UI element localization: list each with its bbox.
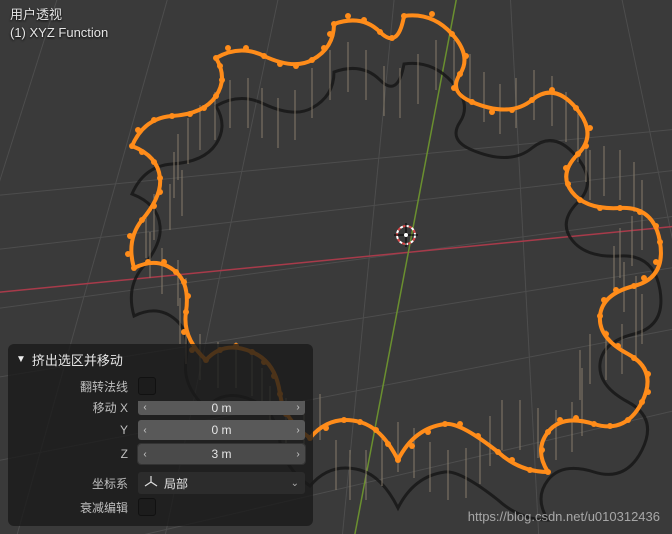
increment-icon[interactable]: › (291, 420, 305, 440)
disclosure-triangle-icon: ▼ (16, 354, 26, 365)
flip-normals-checkbox[interactable] (138, 377, 156, 395)
decrement-icon[interactable]: ‹ (138, 402, 152, 413)
move-x-label: 移动 X (8, 399, 138, 416)
proportional-label: 衰减编辑 (8, 499, 138, 516)
decrement-icon[interactable]: ‹ (138, 420, 152, 440)
increment-icon[interactable]: › (291, 402, 305, 413)
orientation-dropdown[interactable]: 局部 ⌄ (138, 472, 305, 494)
move-y-field[interactable]: ‹ 0 m › (138, 420, 305, 440)
decrement-icon[interactable]: ‹ (138, 444, 152, 464)
orientation-label: 坐标系 (8, 475, 138, 492)
move-y-label: Y (8, 423, 138, 437)
viewport-view-mode: 用户透视 (10, 6, 108, 24)
viewport-object-label: (1) XYZ Function (10, 24, 108, 42)
orientation-local-icon (144, 475, 158, 492)
chevron-down-icon: ⌄ (291, 478, 299, 489)
operator-panel: ▼ 挤出选区并移动 翻转法线 移动 X ‹ 0 m › Y ‹ 0 m › Z (8, 344, 313, 526)
proportional-checkbox[interactable] (138, 498, 156, 516)
increment-icon[interactable]: › (291, 444, 305, 464)
operator-panel-title: 挤出选区并移动 (32, 350, 123, 369)
move-x-field[interactable]: ‹ 0 m › (138, 401, 305, 415)
flip-normals-label: 翻转法线 (8, 378, 138, 395)
move-z-label: Z (8, 447, 138, 461)
orientation-value: 局部 (164, 475, 188, 492)
operator-panel-header[interactable]: ▼ 挤出选区并移动 (8, 344, 313, 375)
move-z-field[interactable]: ‹ 3 m › (138, 444, 305, 464)
watermark-text: https://blog.csdn.net/u010312436 (468, 509, 660, 524)
